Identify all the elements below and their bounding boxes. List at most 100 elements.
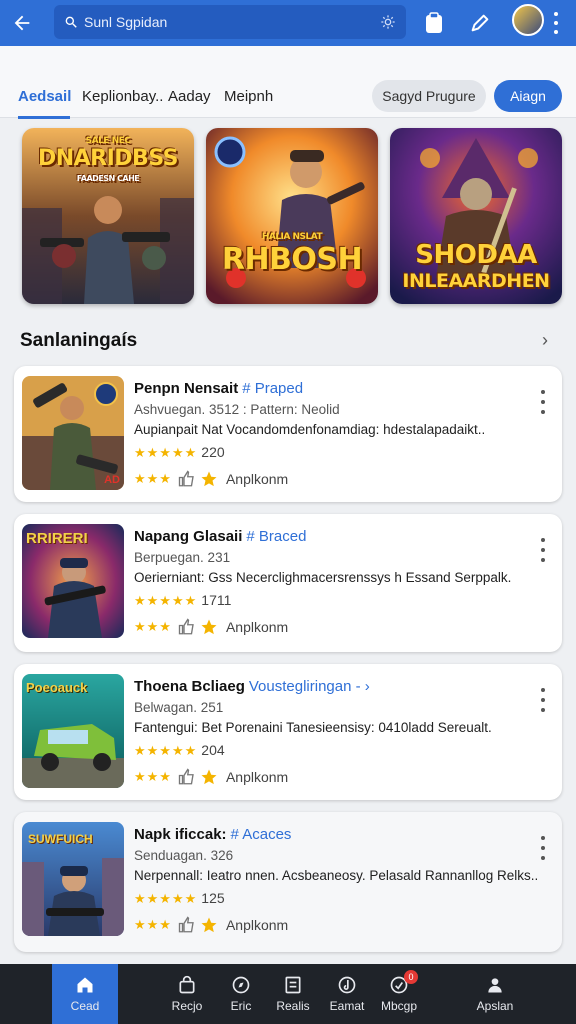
action-label[interactable]: Anplkonm [226, 619, 288, 635]
list-item[interactable]: RRIRERI Napang Glasaii # Braced Berpuegan… [14, 514, 562, 652]
nav-item-home[interactable]: Cead [52, 964, 118, 1024]
app-tag[interactable]: # Acaces [231, 826, 292, 843]
mini-star-icon: ★★★ [134, 917, 172, 932]
thumb-label: AD [104, 474, 120, 486]
app-rating: ★★★★★ 220 [134, 444, 225, 461]
thumbs-up-icon[interactable] [178, 470, 196, 488]
person-icon [488, 978, 502, 993]
app-action-row: ★★★ Anplkonm [134, 618, 288, 636]
star-rating-icon: ★★★★★ [134, 593, 198, 608]
app-thumbnail: RRIRERI [22, 524, 124, 638]
more-vert-icon[interactable] [540, 836, 546, 860]
nav-label: Recjo [171, 999, 203, 1013]
app-thumbnail: AD [22, 376, 124, 490]
document-icon [285, 976, 301, 994]
app-title: Penpn Nensait # Praped [134, 380, 303, 397]
back-button[interactable] [0, 0, 44, 46]
app-meta: Ashvuegan. 3512 : Pattern: Neolid [134, 402, 340, 417]
notification-badge: 0 [404, 970, 418, 984]
gear-icon[interactable] [380, 14, 396, 30]
app-meta: Senduagan. 326 [134, 848, 234, 863]
action-label[interactable]: Anplkonm [226, 769, 288, 785]
thumb-label: SUWFUICH [28, 832, 93, 846]
app-description: Aupianpait Nat Vocandomdenfonamdiag: hde… [134, 422, 486, 437]
app-action-row: ★★★ Anplkonm [134, 916, 288, 934]
banner-title: RHBOSH [221, 242, 363, 277]
search-input[interactable]: Sunl Sgpidan [84, 14, 380, 30]
action-label[interactable]: Anplkonm [226, 471, 288, 487]
app-rating: ★★★★★ 1711 [134, 592, 231, 609]
pencil-icon [471, 14, 489, 32]
star-icon[interactable] [200, 768, 218, 786]
nav-label: Apslan [476, 999, 514, 1013]
nav-label: Eamat [329, 999, 365, 1013]
app-tag[interactable]: Voustegliringan - › [249, 678, 370, 695]
app-description: Fantengui: Bet Porenaini Tanesieensisy: … [134, 720, 492, 735]
primary-button[interactable]: Aiagn [494, 80, 562, 112]
app-action-row: ★★★ Anplkonm [134, 470, 288, 488]
nav-item-notifications[interactable]: 0 Mbcgp [366, 964, 432, 1024]
app-title-text: Thoena Bcliaeg [134, 678, 245, 695]
star-rating-icon: ★★★★★ [134, 891, 198, 906]
thumbs-up-icon[interactable] [178, 618, 196, 636]
app-title: Napang Glasaii # Braced [134, 528, 306, 545]
feature-banner[interactable]: SALE NEC DNARIDBSS FAADESN CAHE [22, 128, 194, 304]
list-item[interactable]: AD Penpn Nensait # Praped Ashvuegan. 3512… [14, 366, 562, 502]
app-action-row: ★★★ Anplkonm [134, 768, 288, 786]
app-thumbnail: SUWFUICH [22, 822, 124, 936]
tab-meipnh[interactable]: Meipnh [224, 88, 273, 105]
action-label[interactable]: Anplkonm [226, 917, 288, 933]
feature-banner[interactable]: HALIA NSLAT RHBOSH [206, 128, 378, 304]
secondary-button[interactable]: Sagyd Prugure [372, 80, 486, 112]
list-item[interactable]: Poeoauck Thoena Bcliaeg Voustegliringan -… [14, 664, 562, 800]
app-meta: Belwagan. 251 [134, 700, 224, 715]
banner-artwork [206, 128, 378, 304]
app-title: Thoena Bcliaeg Voustegliringan - › [134, 678, 370, 695]
star-icon[interactable] [200, 470, 218, 488]
rating-count: 1711 [201, 592, 232, 608]
star-icon[interactable] [200, 916, 218, 934]
app-tag[interactable]: # Praped [242, 380, 303, 397]
compass-icon [232, 976, 250, 994]
edit-button[interactable] [466, 9, 494, 37]
avatar[interactable] [512, 4, 544, 36]
more-vert-icon[interactable] [550, 10, 562, 36]
thumbs-up-icon[interactable] [178, 916, 196, 934]
more-vert-icon[interactable] [540, 688, 546, 712]
star-rating-icon: ★★★★★ [134, 445, 198, 460]
more-vert-icon[interactable] [540, 390, 546, 414]
app-description: Oerierniant: Gss Necerclighmacersrenssys… [134, 570, 512, 585]
feature-banner[interactable]: SHODAA INLEAARDHEN [390, 128, 562, 304]
app-title-text: Penpn Nensait [134, 380, 239, 397]
bag-icon [179, 975, 195, 994]
tab-keplionbay[interactable]: Keplionbay.. [82, 88, 163, 105]
search-bar[interactable]: Sunl Sgpidan [54, 5, 406, 39]
banner-title-top: HALIA NSLAT [261, 232, 323, 242]
nav-label: Eric [230, 999, 252, 1013]
nav-label: Mbcgp [380, 999, 418, 1013]
chevron-right-icon[interactable]: › [542, 330, 548, 351]
nav-item-profile[interactable]: Apslan [462, 964, 528, 1024]
banner-subtitle: FAADESN CAHE [76, 174, 140, 183]
tab-aedsail[interactable]: Aedsail [18, 88, 71, 105]
clipboard-icon [426, 12, 442, 33]
banner-title: DNARIDBSS [37, 146, 179, 171]
tab-aaday[interactable]: Aaday [168, 88, 211, 105]
music-note-icon [338, 976, 356, 994]
thumbs-up-icon[interactable] [178, 768, 196, 786]
section-title: Sanlaningaís [20, 330, 138, 351]
star-rating-icon: ★★★★★ [134, 743, 198, 758]
app-title: Napk ificcak: # Acaces [134, 826, 291, 843]
app-thumbnail: Poeoauck [22, 674, 124, 788]
clipboard-button[interactable] [420, 9, 448, 37]
rating-count: 204 [201, 742, 225, 758]
list-item[interactable]: SUWFUICH Napk ificcak: # Acaces Senduagan… [14, 812, 562, 952]
nav-label: Cead [70, 999, 100, 1013]
home-icon [77, 977, 93, 993]
app-tag[interactable]: # Braced [246, 528, 306, 545]
star-icon[interactable] [200, 618, 218, 636]
more-vert-icon[interactable] [540, 538, 546, 562]
search-icon [65, 16, 77, 28]
top-app-bar: Sunl Sgpidan [0, 0, 576, 46]
app-rating: ★★★★★ 125 [134, 890, 225, 907]
